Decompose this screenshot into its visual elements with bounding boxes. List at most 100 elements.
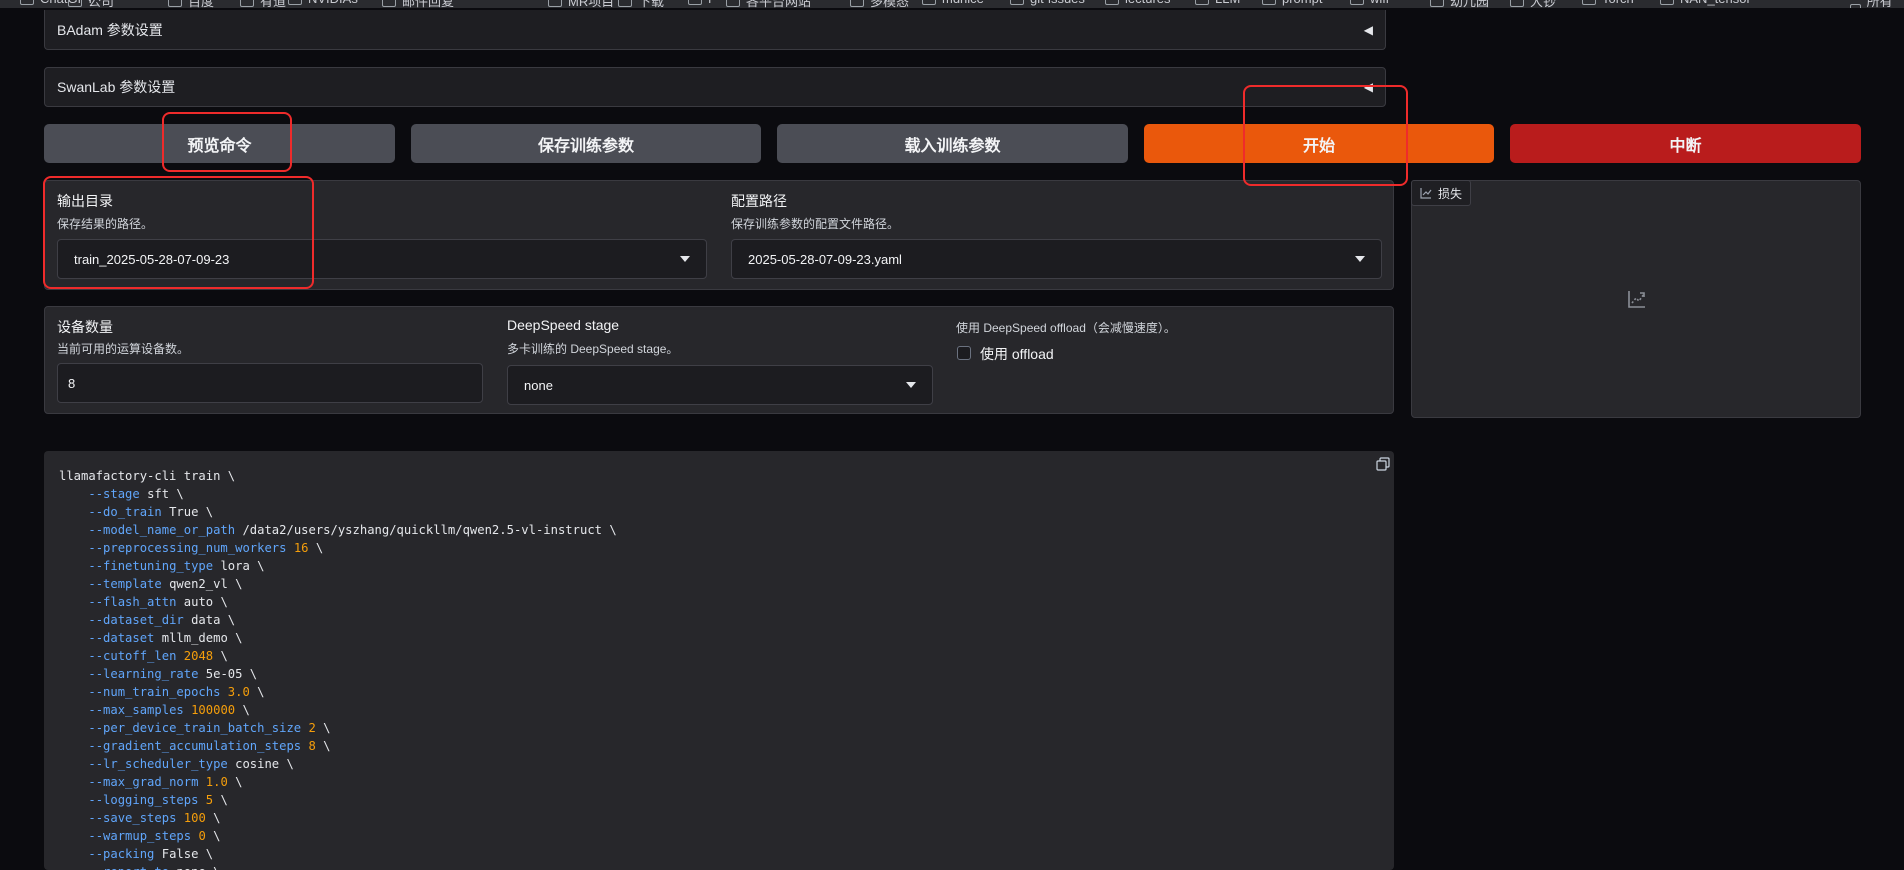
bookmark-item[interactable]: MR项目 (548, 0, 614, 8)
bookmark-item[interactable]: prompt (1262, 0, 1322, 6)
deepspeed-stage-label: DeepSpeed stage (507, 317, 620, 333)
folder-icon (1510, 0, 1524, 7)
bookmark-item[interactable]: NAN_tensor (1660, 0, 1751, 6)
bookmarks-bar: ChatGPT公司百度有道NVIDIAs邮件回复MR项目下载f各平台网站多模态m… (0, 0, 1904, 8)
folder-icon (1850, 4, 1861, 8)
bookmark-label: Torch (1602, 0, 1634, 6)
bookmark-item[interactable]: 下载 (618, 0, 664, 8)
bookmark-label: lectures (1125, 0, 1171, 6)
offload-label[interactable]: 使用 offload (980, 344, 1054, 364)
bookmark-label: 下载 (638, 0, 665, 8)
command-flag: --cutoff_len (88, 649, 177, 663)
badam-settings-accordion[interactable]: BAdam 参数设置 ◀ (44, 10, 1386, 50)
command-arg-line: --do_train True \ (88, 505, 214, 519)
bookmark-item[interactable]: f (688, 0, 712, 6)
command-head: llamafactory-cli train \ (59, 469, 236, 483)
bookmark-item[interactable]: 多模态 (850, 0, 909, 8)
command-value: auto (183, 595, 214, 609)
folder-icon (20, 0, 34, 5)
device-count-input[interactable]: 8 (57, 363, 483, 403)
command-text: llamafactory-cli train \ --stage sft \ -… (44, 451, 1394, 870)
abort-button[interactable]: 中断 (1510, 124, 1861, 163)
offload-help: 使用 DeepSpeed offload（会减慢速度）。 (956, 321, 1176, 335)
folder-icon (168, 0, 182, 7)
command-value: none (176, 865, 205, 870)
command-flag: --warmup_steps (88, 829, 192, 843)
command-flag: --preprocessing_num_workers (88, 541, 287, 555)
config-path-value: 2025-05-28-07-09-23.yaml (748, 251, 902, 267)
bookmark-label: prompt (1282, 0, 1322, 6)
bookmark-item[interactable]: 所有书签 (1850, 0, 1904, 8)
command-value: /data2/users/yszhang/quickllm/qwen2.5-vl… (242, 523, 602, 537)
bookmark-item[interactable]: Torch (1582, 0, 1634, 6)
command-flag: --do_train (88, 505, 162, 519)
command-value: 5e-05 (205, 667, 243, 681)
bookmark-label: wifi (1370, 0, 1389, 6)
config-path-select[interactable]: 2025-05-28-07-09-23.yaml (731, 239, 1382, 279)
command-value: 2 (308, 721, 316, 735)
command-value: 3.0 (227, 685, 250, 699)
bookmark-label: git-issues (1030, 0, 1085, 6)
bookmark-item[interactable]: NVIDIAs (288, 0, 358, 6)
command-flag: --packing (88, 847, 155, 861)
command-flag: --dataset (88, 631, 155, 645)
dropdown-arrow-icon (906, 382, 916, 388)
command-value: 2048 (183, 649, 214, 663)
command-value: sft (147, 487, 170, 501)
bookmark-item[interactable]: 百度 (168, 0, 214, 8)
bookmark-item[interactable]: lectures (1105, 0, 1171, 6)
command-arg-line: --packing False \ (88, 847, 214, 861)
bookmark-item[interactable]: LLM (1195, 0, 1240, 6)
swanlab-settings-title: SwanLab 参数设置 (57, 79, 176, 95)
command-arg-line: --warmup_steps 0 \ (88, 829, 221, 843)
bookmark-item[interactable]: wifi (1350, 0, 1389, 6)
save-args-button[interactable]: 保存训练参数 (411, 124, 761, 163)
deepspeed-stage-select[interactable]: none (507, 365, 933, 405)
command-value: 8 (308, 739, 316, 753)
copy-icon[interactable] (1376, 457, 1390, 471)
command-arg-line: --lr_scheduler_type cosine \ (88, 757, 294, 771)
command-arg-line: --finetuning_type lora \ (88, 559, 265, 573)
folder-icon (618, 0, 632, 7)
load-args-button[interactable]: 载入训练参数 (777, 124, 1128, 163)
offload-checkbox[interactable] (957, 346, 971, 360)
command-flag: --max_grad_norm (88, 775, 199, 789)
bookmark-item[interactable]: 有道 (240, 0, 286, 8)
command-value: True (169, 505, 199, 519)
badam-settings-title: BAdam 参数设置 (57, 21, 163, 38)
bookmark-item[interactable]: mdnice (922, 0, 984, 6)
command-arg-line: --learning_rate 5e-05 \ (88, 667, 258, 681)
bookmark-label: 各平台网站 (746, 0, 812, 8)
folder-icon (548, 0, 562, 7)
swanlab-settings-accordion[interactable]: SwanLab 参数设置 ◀ (44, 67, 1386, 107)
bookmark-item[interactable]: 公司 (68, 0, 114, 8)
bookmark-item[interactable]: 邮件回复 (382, 0, 454, 8)
command-flag: --model_name_or_path (88, 523, 236, 537)
device-count-label: 设备数量 (57, 319, 113, 335)
bookmark-label: LLM (1215, 0, 1240, 6)
bookmark-item[interactable]: 大钞 (1510, 0, 1556, 8)
config-path-label: 配置路径 (731, 193, 787, 209)
command-flag: --gradient_accumulation_steps (88, 739, 302, 753)
command-flag: --report_to (88, 865, 169, 870)
annotation-preview (162, 112, 292, 172)
annotation-start (1243, 85, 1408, 186)
command-arg-line: --model_name_or_path /data2/users/yszhan… (88, 523, 617, 537)
bookmark-label: 幼儿园 (1450, 0, 1490, 8)
device-count-value: 8 (68, 375, 76, 391)
collapse-caret-icon: ◀ (1363, 22, 1373, 37)
bookmark-label: 公司 (88, 0, 115, 8)
bookmark-label: 多模态 (870, 0, 910, 8)
folder-icon (1430, 0, 1444, 7)
loss-chart-tab[interactable]: 损失 (1411, 180, 1472, 206)
command-arg-line: --flash_attn auto \ (88, 595, 228, 609)
bookmark-label: NVIDIAs (308, 0, 358, 6)
bookmark-item[interactable]: git-issues (1010, 0, 1085, 6)
bookmark-item[interactable]: 幼儿园 (1430, 0, 1489, 8)
device-count-help: 当前可用的运算设备数。 (57, 342, 190, 356)
bookmark-label: mdnice (942, 0, 984, 6)
bookmark-item[interactable]: 各平台网站 (726, 0, 811, 8)
command-value: 1.0 (205, 775, 228, 789)
bookmark-label: 邮件回复 (402, 0, 455, 8)
bookmark-label: 有道 (260, 0, 287, 8)
